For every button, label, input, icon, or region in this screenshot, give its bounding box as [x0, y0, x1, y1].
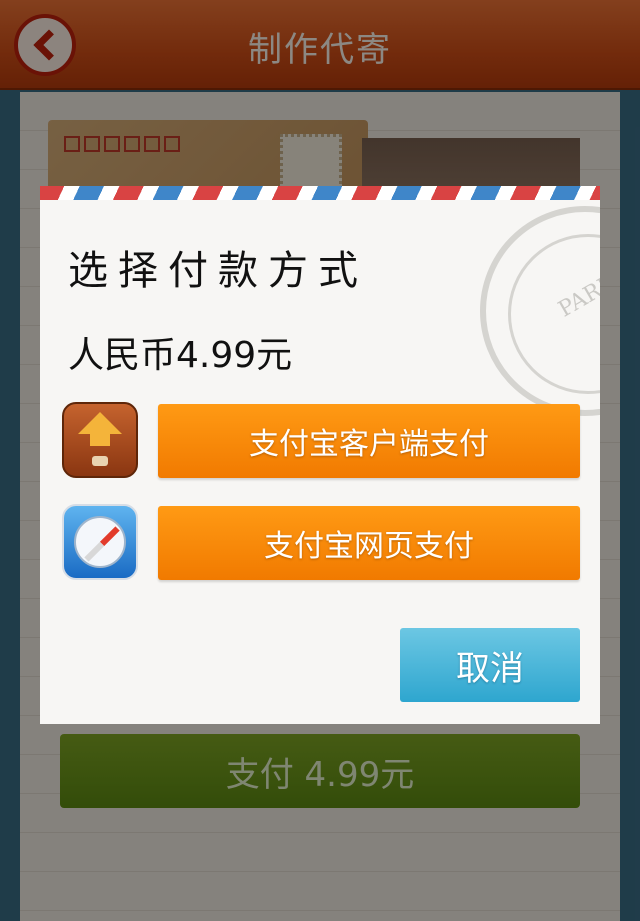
alipay-client-button[interactable]: 支付宝客户端支付 [158, 404, 580, 478]
airmail-border [40, 186, 600, 200]
price-text: 人民币4.99元 [68, 335, 293, 376]
alipay-web-button[interactable]: 支付宝网页支付 [158, 506, 580, 580]
compass-icon [62, 504, 138, 580]
dialog-title: 选择付款方式 [68, 248, 368, 294]
payment-method-dialog: PARIS 选择付款方式 人民币4.99元 支付宝客户端支付 支付宝网页支付 取… [40, 186, 600, 724]
wallet-icon [62, 402, 138, 478]
postmark-label: PARIS [554, 266, 600, 323]
cancel-button[interactable]: 取消 [400, 628, 580, 702]
postmark-decoration: PARIS [480, 206, 600, 416]
